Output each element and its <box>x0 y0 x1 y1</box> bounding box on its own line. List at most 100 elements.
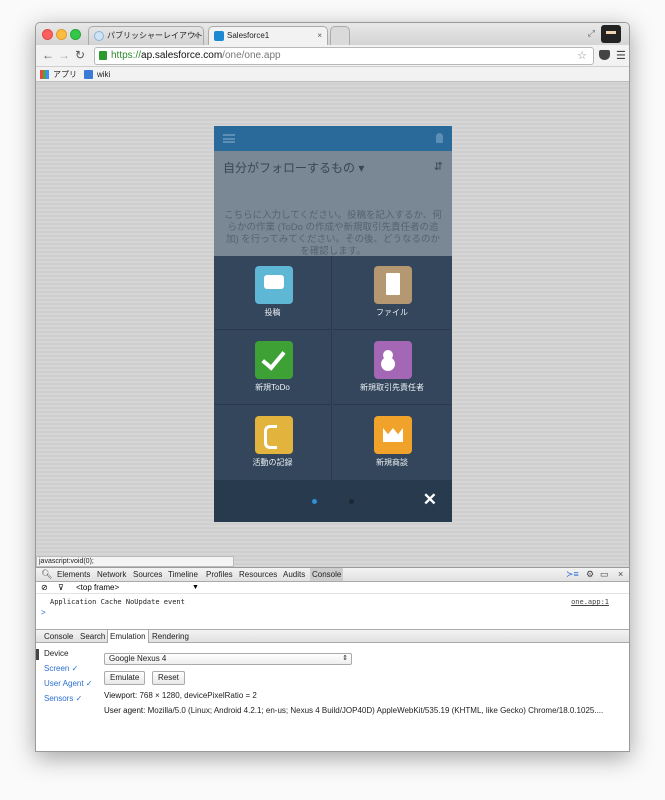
frame-selector[interactable]: <top frame> <box>76 582 119 594</box>
action-label: 新規商談 <box>376 458 408 467</box>
reload-icon[interactable]: ↻ <box>75 48 85 62</box>
select-arrows-icon: ⇕ <box>342 655 348 662</box>
action-new-contact[interactable]: 新規取引先責任者 <box>333 331 451 405</box>
emulate-button[interactable]: Emulate <box>104 671 146 685</box>
console-prompt[interactable]: > <box>41 608 46 617</box>
new-tab-button[interactable] <box>330 26 350 45</box>
tab-resources[interactable]: Resources <box>239 568 277 581</box>
back-arrow-icon[interactable]: ← <box>42 48 54 62</box>
action-label: ファイル <box>376 308 408 317</box>
filter-icon[interactable]: ⊽ <box>58 582 64 594</box>
viewport-value: 768 × 1280, devicePixelRatio = 2 <box>139 691 257 700</box>
address-bar[interactable]: https://ap.salesforce.com/one/one.app ☆ <box>94 47 594 65</box>
file-icon <box>374 266 412 304</box>
drawer-tab-rendering[interactable]: Rendering <box>152 630 189 643</box>
tab-audits[interactable]: Audits <box>283 568 305 581</box>
contact-card-icon <box>374 341 412 379</box>
url-path: /one/one.app <box>222 50 281 61</box>
browser-menu-icon[interactable]: ☰ <box>616 49 626 62</box>
forward-arrow-icon[interactable]: → <box>58 48 70 62</box>
emulation-sidebar: Device Screen ✓ User Agent ✓ Sensors ✓ <box>36 645 98 751</box>
clear-console-icon[interactable]: ⊘ <box>41 582 48 594</box>
tab-timeline[interactable]: Timeline <box>168 568 198 581</box>
tab-label: Salesforce1 <box>227 31 270 40</box>
console-message: Application Cache NoUpdate event <box>50 598 185 606</box>
tab-console[interactable]: Console <box>310 568 344 581</box>
window-maximize-button[interactable] <box>70 29 81 40</box>
salesforce-favicon-icon <box>214 31 224 41</box>
sf-header <box>214 126 452 151</box>
page-dot-active[interactable] <box>312 499 317 504</box>
devtools-panel: 🔍︎ Elements Network Sources Timeline Pro… <box>36 567 629 751</box>
window-minimize-button[interactable] <box>56 29 67 40</box>
action-label: 新規取引先責任者 <box>360 383 424 392</box>
tab-close-icon[interactable]: × <box>193 27 198 45</box>
url-scheme: https:// <box>111 50 142 61</box>
show-drawer-icon[interactable]: ≻≡ <box>566 568 579 581</box>
gear-icon[interactable]: ⚙ <box>586 568 594 581</box>
close-icon[interactable]: × <box>618 568 623 581</box>
page-dot[interactable] <box>349 499 354 504</box>
emulation-device[interactable]: Device <box>44 649 68 658</box>
fullscreen-icon[interactable]: ⤢ <box>588 28 595 39</box>
emulation-sensors[interactable]: Sensors ✓ <box>44 694 82 703</box>
tab-strip: パブリッシャーレイアウト × Salesforce1 × ⤢ <box>36 23 629 45</box>
action-log-call[interactable]: 活動の記録 <box>214 406 332 480</box>
hamburger-menu-icon[interactable] <box>223 134 235 143</box>
bookmark-star-icon[interactable]: ☆ <box>577 48 587 64</box>
action-label: 投稿 <box>264 308 281 317</box>
tab-close-icon[interactable]: × <box>317 27 322 45</box>
devtools-toolbar: 🔍︎ Elements Network Sources Timeline Pro… <box>36 568 629 582</box>
publisher-action-grid: 投稿 ファイル 新規ToDo 新規取引先責任者 活動の記録 新規商談 <box>214 256 452 480</box>
viewport-info: Viewport: 768 × 1280, devicePixelRatio =… <box>104 691 257 700</box>
tab-sources[interactable]: Sources <box>133 568 162 581</box>
action-new-opportunity[interactable]: 新規商談 <box>333 406 451 480</box>
tab-network[interactable]: Network <box>97 568 126 581</box>
drawer-tabs: Console Search Emulation Rendering <box>36 629 629 643</box>
device-select[interactable]: Google Nexus 4 ⇕ <box>104 653 352 665</box>
browser-window: パブリッシャーレイアウト × Salesforce1 × ⤢ ← → ↻ htt… <box>35 22 630 752</box>
user-agent-label: User agent: <box>104 706 146 715</box>
drawer-tab-emulation[interactable]: Emulation <box>107 630 149 643</box>
feed-filter-title[interactable]: 自分がフォローするもの ▾ <box>223 159 364 176</box>
status-bar-link: javascript:void(0); <box>36 556 234 567</box>
close-publisher-button[interactable]: ✕ <box>423 490 437 510</box>
dock-icon[interactable]: ▭ <box>600 568 609 581</box>
sort-filter-icon[interactable]: ⇵ <box>434 160 443 173</box>
bookmark-label: wiki <box>97 70 111 79</box>
action-file[interactable]: ファイル <box>333 256 451 330</box>
page-viewport: 自分がフォローするもの ▾ ⇵ こちらに入力してください。投稿を記入するか、何ら… <box>36 83 629 567</box>
notifications-bell-icon[interactable] <box>436 133 443 143</box>
viewport-label: Viewport: <box>104 691 138 700</box>
action-label: 新規ToDo <box>255 383 290 392</box>
pocket-extension-icon[interactable] <box>599 50 610 60</box>
browser-toolbar: ← → ↻ https://ap.salesforce.com/one/one.… <box>36 45 629 67</box>
tab-profiles[interactable]: Profiles <box>206 568 233 581</box>
window-close-button[interactable] <box>42 29 53 40</box>
user-avatar[interactable] <box>601 25 621 43</box>
emulation-user-agent[interactable]: User Agent ✓ <box>44 679 93 688</box>
emulation-screen[interactable]: Screen ✓ <box>44 664 78 673</box>
chevron-down-icon[interactable]: ▼ <box>192 582 199 594</box>
url-host: ap.salesforce.com <box>141 50 223 61</box>
bookmark-wiki[interactable]: wiki <box>84 67 110 82</box>
search-icon[interactable]: 🔍︎ <box>41 568 52 581</box>
tab-publisher-layout[interactable]: パブリッシャーレイアウト × <box>88 26 204 45</box>
drawer-tab-console[interactable]: Console <box>44 630 73 643</box>
tab-elements[interactable]: Elements <box>57 568 90 581</box>
bookmark-apps[interactable]: アプリ <box>40 67 77 82</box>
reset-button[interactable]: Reset <box>152 671 185 685</box>
action-post[interactable]: 投稿 <box>214 256 332 330</box>
tab-label: パブリッシャーレイアウト <box>107 31 203 40</box>
drawer-tab-search[interactable]: Search <box>80 630 105 643</box>
wiki-icon <box>84 70 93 79</box>
device-select-value: Google Nexus 4 <box>109 654 167 663</box>
console-frame-bar: ⊘ ⊽ <top frame> ▼ <box>36 582 629 594</box>
action-new-todo[interactable]: 新規ToDo <box>214 331 332 405</box>
tab-favicon-icon <box>94 31 104 41</box>
console-source-link[interactable]: one.app:1 <box>571 598 609 606</box>
action-label: 活動の記録 <box>252 458 293 467</box>
user-agent-value: Mozilla/5.0 (Linux; Android 4.2.1; en-us… <box>147 706 604 715</box>
user-agent-info: User agent: Mozilla/5.0 (Linux; Android … <box>104 706 603 715</box>
tab-salesforce1[interactable]: Salesforce1 × <box>208 26 328 45</box>
